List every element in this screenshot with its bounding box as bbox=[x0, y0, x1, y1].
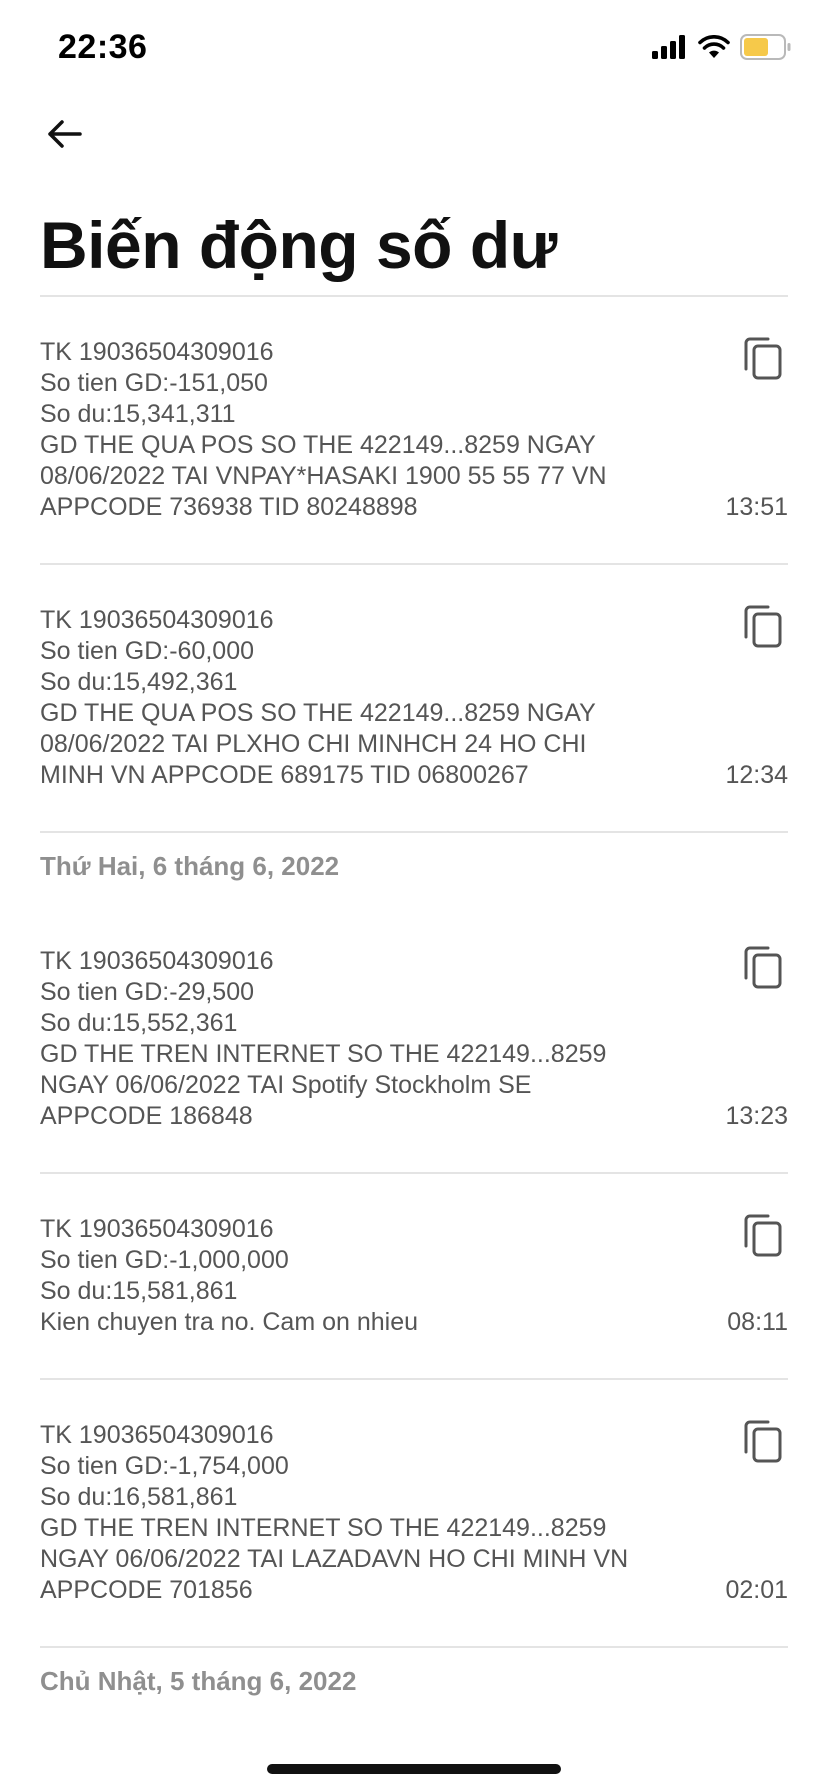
transaction-item[interactable]: TK 19036504309016 So tien GD:-1,754,000 So… bbox=[40, 1380, 788, 1648]
copy-button[interactable] bbox=[740, 1416, 788, 1466]
copy-icon bbox=[740, 337, 788, 387]
cellular-signal-icon bbox=[652, 34, 688, 64]
transaction-description: Kien chuyen tra no. Cam on nhieu bbox=[40, 1308, 419, 1336]
copy-button[interactable] bbox=[740, 942, 788, 992]
back-button[interactable] bbox=[40, 112, 88, 160]
transaction-description: MINH VN APPCODE 689175 TID 06800267 bbox=[40, 761, 529, 789]
copy-icon bbox=[740, 1420, 788, 1470]
account-number: TK 19036504309016 bbox=[40, 338, 274, 366]
transaction-description: APPCODE 736938 TID 80248898 bbox=[40, 493, 418, 521]
transaction-amount: So tien GD:-1,000,000 bbox=[40, 1246, 289, 1274]
transaction-item[interactable]: TK 19036504309016 So tien GD:-1,000,000 So… bbox=[40, 1174, 788, 1380]
date-header: Thứ Hai, 6 tháng 6, 2022 bbox=[40, 851, 340, 881]
copy-icon bbox=[740, 605, 788, 655]
balance-amount: So du:15,492,361 bbox=[40, 668, 238, 696]
copy-button[interactable] bbox=[740, 333, 788, 383]
transaction-time: 12:34 bbox=[725, 761, 788, 789]
copy-icon bbox=[740, 946, 788, 996]
transaction-amount: So tien GD:-29,500 bbox=[40, 978, 255, 1006]
transaction-time: 08:11 bbox=[727, 1308, 788, 1336]
transaction-item[interactable]: TK 19036504309016 So tien GD:-60,000 So du… bbox=[40, 565, 788, 833]
page-title: Biến động số dư bbox=[40, 208, 557, 282]
transaction-amount: So tien GD:-151,050 bbox=[40, 369, 268, 397]
transaction-time: 13:23 bbox=[725, 1102, 788, 1130]
transaction-time: 13:51 bbox=[725, 493, 788, 521]
transaction-amount: So tien GD:-60,000 bbox=[40, 637, 255, 665]
transaction-description: GD THE TREN INTERNET SO THE 422149...825… bbox=[40, 1514, 607, 1542]
balance-amount: So du:16,581,861 bbox=[40, 1483, 238, 1511]
account-number: TK 19036504309016 bbox=[40, 947, 274, 975]
copy-button[interactable] bbox=[740, 601, 788, 651]
copy-button[interactable] bbox=[740, 1210, 788, 1260]
balance-amount: So du:15,341,311 bbox=[40, 400, 236, 428]
transaction-description: NGAY 06/06/2022 TAI Spotify Stockholm SE bbox=[40, 1071, 532, 1099]
account-number: TK 19036504309016 bbox=[40, 1421, 274, 1449]
balance-amount: So du:15,552,361 bbox=[40, 1009, 238, 1037]
arrow-left-icon bbox=[46, 119, 82, 154]
account-number: TK 19036504309016 bbox=[40, 606, 274, 634]
transaction-description: GD THE TREN INTERNET SO THE 422149...825… bbox=[40, 1040, 607, 1068]
status-icons bbox=[652, 33, 792, 65]
balance-amount: So du:15,581,861 bbox=[40, 1277, 238, 1305]
transaction-description: APPCODE 186848 bbox=[40, 1102, 253, 1130]
transaction-time: 02:01 bbox=[725, 1576, 788, 1604]
transaction-description: GD THE QUA POS SO THE 422149...8259 NGAY bbox=[40, 699, 596, 727]
transaction-description: NGAY 06/06/2022 TAI LAZADAVN HO CHI MINH… bbox=[40, 1545, 629, 1573]
home-indicator bbox=[267, 1764, 561, 1774]
wifi-icon bbox=[698, 34, 730, 64]
transaction-description: 08/06/2022 TAI VNPAY*HASAKI 1900 55 55 7… bbox=[40, 462, 607, 490]
battery-icon bbox=[740, 33, 792, 65]
transaction-item[interactable]: TK 19036504309016 So tien GD:-29,500 So du… bbox=[40, 906, 788, 1174]
date-header: Chủ Nhật, 5 tháng 6, 2022 bbox=[40, 1666, 357, 1696]
transaction-item[interactable]: TK 19036504309016 So tien GD:-151,050 So d… bbox=[40, 297, 788, 565]
transaction-description: GD THE QUA POS SO THE 422149...8259 NGAY bbox=[40, 431, 596, 459]
status-time: 22:36 bbox=[58, 28, 148, 66]
transaction-description: 08/06/2022 TAI PLXHO CHI MINHCH 24 HO CH… bbox=[40, 730, 587, 758]
transaction-description: APPCODE 701856 bbox=[40, 1576, 253, 1604]
copy-icon bbox=[740, 1214, 788, 1264]
transaction-amount: So tien GD:-1,754,000 bbox=[40, 1452, 289, 1480]
status-bar: 22:36 bbox=[0, 0, 828, 100]
balance-change-list[interactable]: TK 19036504309016 So tien GD:-151,050 So d… bbox=[40, 297, 788, 1721]
account-number: TK 19036504309016 bbox=[40, 1215, 274, 1243]
